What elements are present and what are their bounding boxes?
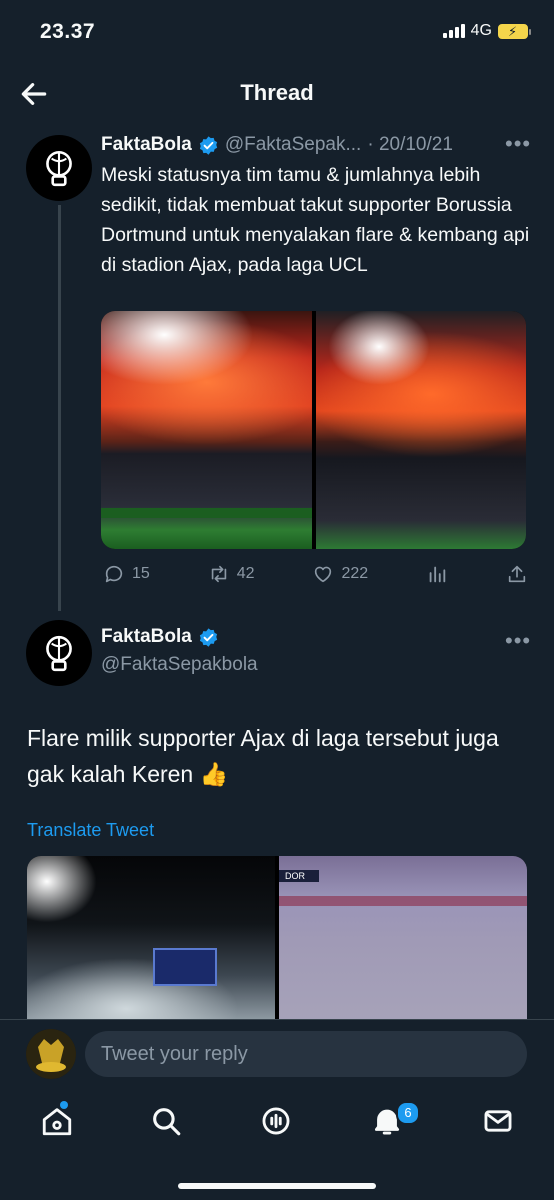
home-tab-icon[interactable] [40, 1104, 74, 1138]
retweet-count: 42 [236, 565, 255, 582]
battery-icon: ⚡ [498, 23, 531, 39]
spaces-tab-icon[interactable] [259, 1104, 293, 1138]
retweet-button[interactable]: 42 [208, 563, 255, 585]
like-count: 222 [341, 565, 369, 582]
reply-icon [105, 565, 123, 583]
tweet1-header: FaktaBola @FaktaSepak... · 20/10/21 [101, 134, 453, 156]
reply-count: 15 [132, 565, 150, 582]
verified-badge-icon [199, 627, 217, 647]
lightbulb-icon [46, 150, 72, 187]
faktabola-avatar[interactable] [26, 620, 92, 686]
analytics-button[interactable] [426, 563, 448, 585]
translate-tweet-link[interactable]: Translate Tweet [27, 820, 154, 841]
analytics-icon [429, 566, 446, 583]
lightbulb-icon [46, 635, 72, 672]
author-handle[interactable]: @FaktaSepakbola [101, 654, 258, 676]
tweet1-media[interactable] [101, 311, 526, 549]
home-notification-dot [60, 1101, 68, 1109]
heart-icon [315, 566, 332, 583]
status-indicators: 4G ⚡ [442, 22, 531, 40]
flare-photo-right[interactable] [315, 311, 526, 549]
messages-tab-icon[interactable] [481, 1104, 515, 1138]
more-options-icon[interactable]: ••• [505, 131, 531, 157]
reply-button[interactable]: 15 [103, 563, 150, 585]
network-label: 4G [470, 22, 492, 39]
thread-connector [58, 205, 61, 611]
score-tag: DOR [279, 870, 319, 882]
notifications-badge: 6 [396, 1101, 420, 1125]
tweet1-text: Meski statusnya tim tamu & jumlahnya leb… [101, 164, 530, 276]
search-tab-icon[interactable] [149, 1104, 183, 1138]
more-options-icon[interactable]: ••• [505, 628, 531, 654]
tweet-date: · 20/10/21 [367, 134, 453, 155]
author-handle[interactable]: @FaktaSepak... [225, 134, 362, 156]
signal-icon [442, 24, 465, 38]
page-title: Thread [240, 80, 314, 105]
flare-photo-left[interactable] [101, 311, 312, 549]
ajax-flare-photo-left[interactable] [27, 856, 275, 1026]
user-avatar-image [26, 1029, 76, 1079]
tweet2-text: Flare milik supporter Ajax di laga terse… [27, 725, 499, 787]
user-avatar[interactable] [26, 1029, 76, 1079]
author-name[interactable]: FaktaBola [101, 626, 192, 648]
verified-badge-icon [199, 135, 217, 155]
tweet2-name-line: FaktaBola [101, 626, 219, 648]
status-time: 23.37 [40, 20, 96, 43]
like-button[interactable]: 222 [312, 563, 368, 585]
home-indicator[interactable] [178, 1183, 376, 1189]
tweet2-media[interactable]: DOR [27, 856, 527, 1026]
reply-input[interactable] [85, 1031, 527, 1077]
author-name[interactable]: FaktaBola [101, 134, 192, 156]
retweet-icon [211, 565, 226, 583]
faktabola-avatar[interactable] [26, 135, 92, 201]
share-button[interactable] [506, 563, 528, 585]
tweet1-actions: 15 42 222 [103, 563, 528, 585]
share-icon [508, 565, 526, 583]
ajax-flare-photo-right[interactable]: DOR [279, 856, 527, 1026]
